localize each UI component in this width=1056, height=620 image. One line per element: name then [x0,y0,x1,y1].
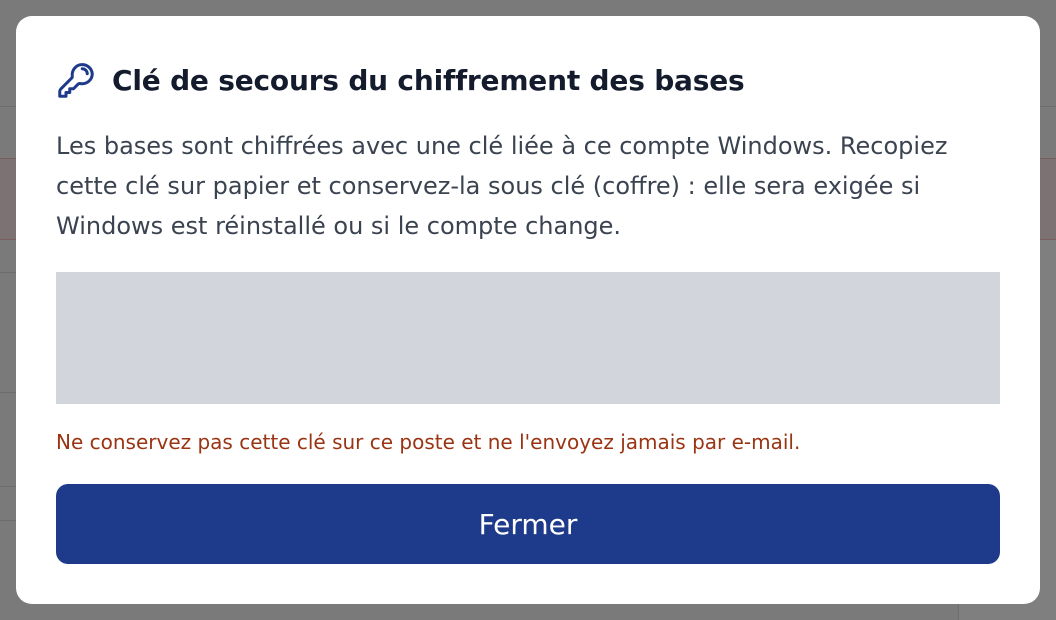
recovery-key-dialog: Clé de secours du chiffrement des bases … [16,16,1040,604]
dialog-title: Clé de secours du chiffrement des bases [112,63,745,97]
key-icon [56,60,96,100]
warning-text: Ne conservez pas cette clé sur ce poste … [56,430,801,454]
dialog-description: Les bases sont chiffrées avec une clé li… [56,132,948,240]
close-button[interactable]: Fermer [56,484,1000,564]
recovery-key-box [56,272,1000,404]
dialog-header: Clé de secours du chiffrement des bases [56,60,745,100]
